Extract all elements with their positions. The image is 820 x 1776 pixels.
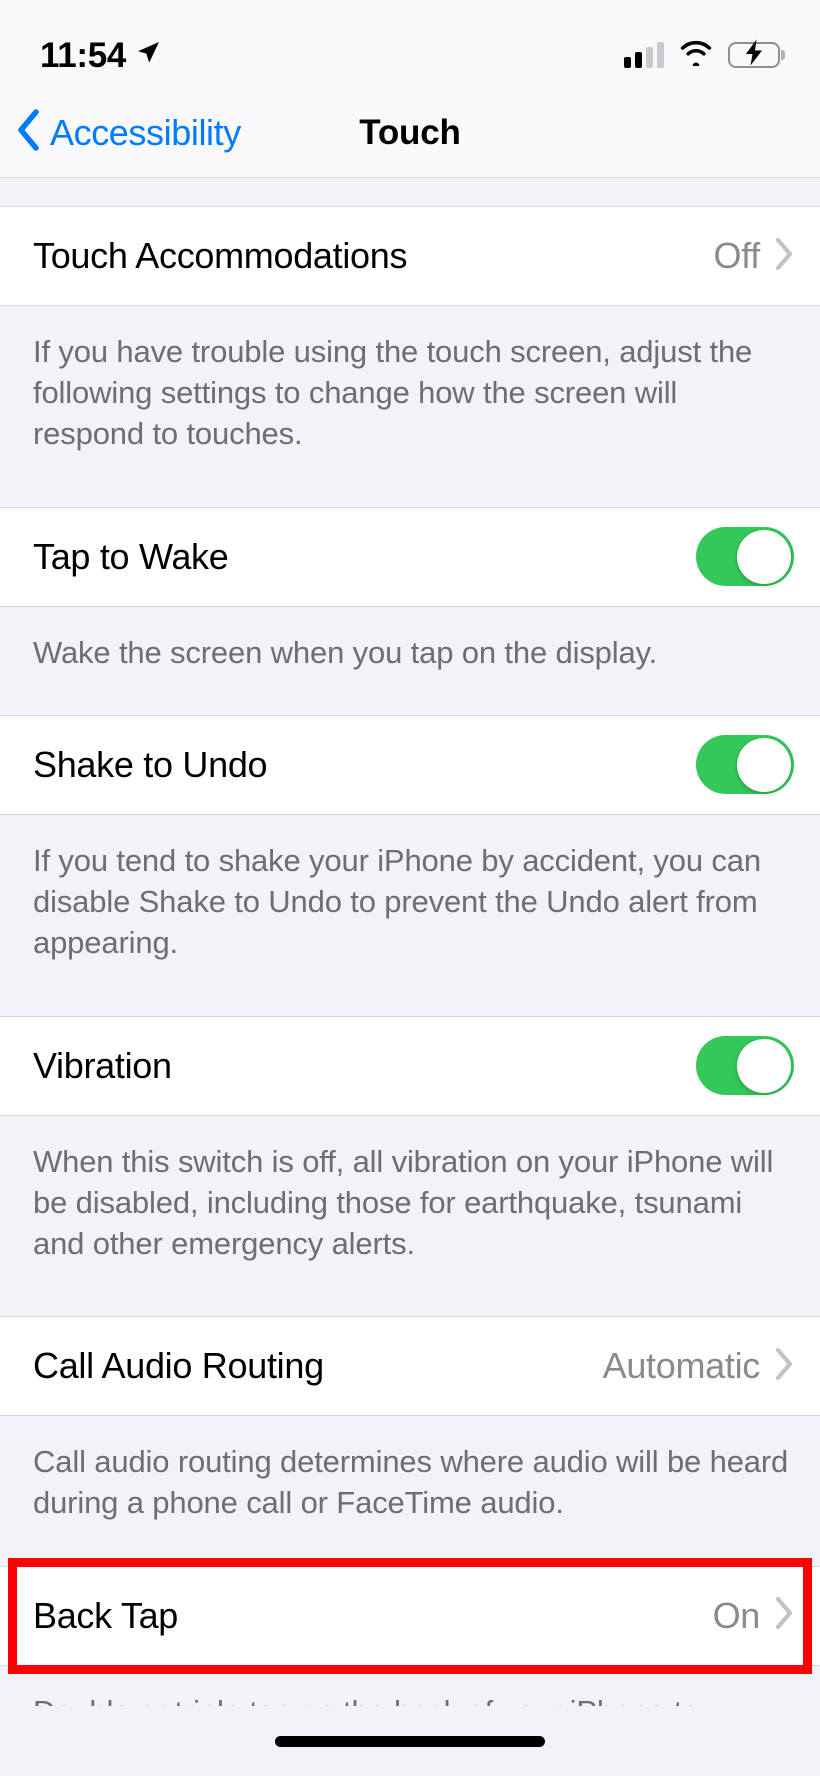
row-label: Tap to Wake	[33, 535, 229, 577]
section-back-tap: Back Tap On	[0, 1557, 820, 1674]
footer-vibration: When this switch is off, all vibration o…	[0, 1115, 820, 1317]
toggle-vibration[interactable]	[696, 1036, 794, 1096]
chevron-right-icon	[774, 1347, 794, 1386]
row-touch-accommodations[interactable]: Touch Accommodations Off	[0, 207, 820, 305]
chevron-right-icon	[774, 237, 794, 276]
toggle-knob	[737, 737, 791, 792]
settings-list[interactable]: Touch Accommodations Off If you have tro…	[0, 178, 820, 1706]
section-tap-to-wake: Tap to Wake	[0, 506, 820, 607]
row-vibration[interactable]: Vibration	[0, 1016, 820, 1115]
row-label: Call Audio Routing	[33, 1345, 324, 1387]
back-button-label: Accessibility	[50, 111, 241, 153]
cellular-signal-icon	[624, 42, 664, 68]
row-label: Vibration	[33, 1044, 172, 1086]
status-bar-left: 11:54	[40, 38, 161, 73]
section-shake-to-undo: Shake to Undo	[0, 714, 820, 815]
back-button[interactable]: Accessibility	[0, 109, 241, 156]
navigation-bar: Accessibility Touch	[0, 88, 820, 178]
status-bar-right	[624, 39, 780, 71]
row-label: Touch Accommodations	[33, 235, 408, 276]
iphone-settings-screen: 11:54 Accessibility Touch Touch Accommod…	[0, 0, 820, 1776]
footer-call-audio-routing: Call audio routing determines where audi…	[0, 1416, 820, 1566]
row-call-audio-routing[interactable]: Call Audio Routing Automatic	[0, 1317, 820, 1416]
home-indicator-area	[0, 1706, 820, 1776]
row-label: Back Tap	[33, 1594, 179, 1636]
section-touch-accommodations: Touch Accommodations Off	[0, 206, 820, 306]
chevron-left-icon	[16, 109, 40, 156]
row-value: Off	[713, 235, 761, 276]
footer-back-tap: Double or triple tap on the back of your…	[0, 1665, 820, 1706]
status-bar: 11:54	[0, 0, 820, 88]
location-arrow-icon	[135, 40, 161, 71]
chevron-right-icon	[774, 1596, 794, 1635]
section-call-audio-routing: Call Audio Routing Automatic	[0, 1316, 820, 1417]
wifi-icon	[679, 40, 713, 71]
footer-shake-to-undo: If you tend to shake your iPhone by acci…	[0, 814, 820, 1016]
row-tap-to-wake[interactable]: Tap to Wake	[0, 507, 820, 606]
battery-charging-icon	[728, 39, 780, 68]
section-vibration: Vibration	[0, 1015, 820, 1116]
row-value: Automatic	[602, 1345, 761, 1387]
footer-tap-to-wake: Wake the screen when you tap on the disp…	[0, 606, 820, 715]
row-back-tap[interactable]: Back Tap On	[0, 1566, 820, 1665]
footer-touch-accommodations: If you have trouble using the touch scre…	[0, 306, 820, 507]
toggle-tap-to-wake[interactable]	[696, 527, 794, 587]
row-shake-to-undo[interactable]: Shake to Undo	[0, 715, 820, 814]
home-indicator[interactable]	[275, 1735, 545, 1747]
row-value: On	[712, 1594, 761, 1636]
toggle-knob	[737, 1038, 791, 1093]
row-label: Shake to Undo	[33, 743, 268, 785]
toggle-shake-to-undo[interactable]	[696, 735, 794, 795]
list-top-spacer	[0, 178, 820, 206]
toggle-knob	[737, 529, 791, 584]
status-bar-clock: 11:54	[40, 35, 127, 75]
